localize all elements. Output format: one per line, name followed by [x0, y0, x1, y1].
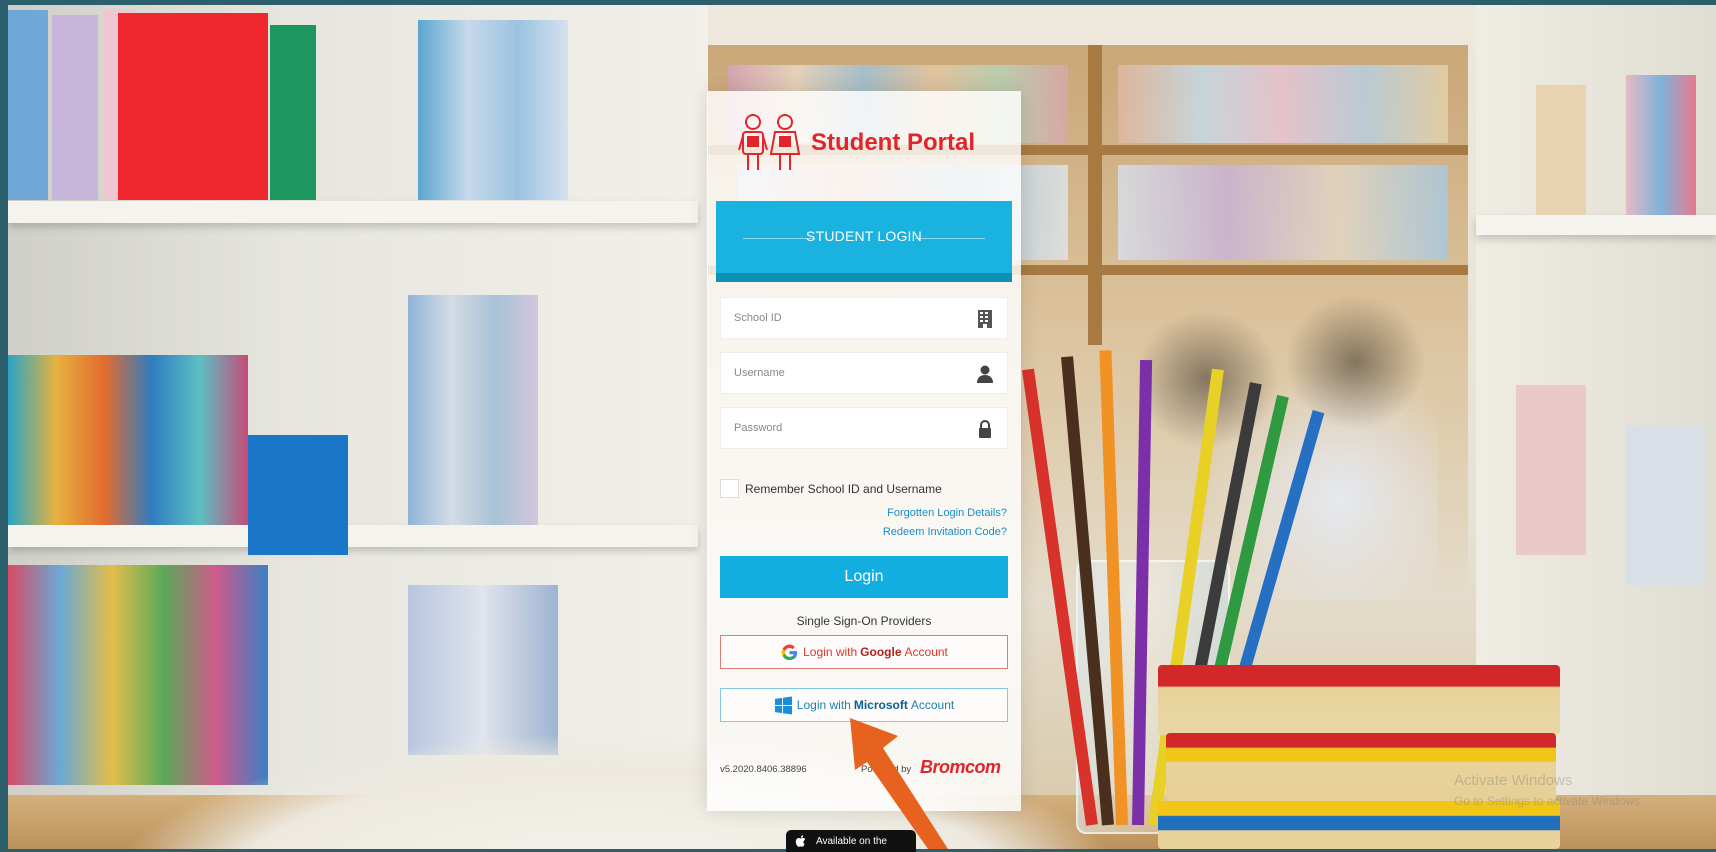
- annotation-arrow-icon: [850, 718, 948, 849]
- login-card: Student Portal STUDENT LOGIN Remember Sc…: [707, 91, 1021, 811]
- shelf-board: [8, 201, 698, 223]
- portal-brand: Student Portal: [737, 114, 976, 171]
- microsoft-login-brand: Microsoft: [853, 698, 908, 712]
- book: [1516, 385, 1586, 555]
- forgotten-login-link[interactable]: Forgotten Login Details?: [887, 507, 1007, 519]
- book: [1536, 85, 1586, 215]
- watermark-subtitle: Go to Settings to activate Windows.: [1454, 794, 1644, 808]
- shelf-board: [1476, 215, 1716, 235]
- google-icon: [781, 644, 798, 660]
- google-login-button[interactable]: Login with Google Account: [720, 635, 1008, 669]
- book: [52, 15, 98, 200]
- sso-label: Single Sign-On Providers: [796, 614, 932, 628]
- login-banner: STUDENT LOGIN: [716, 201, 1012, 282]
- user-icon: [977, 365, 993, 383]
- shelf-board: [8, 525, 698, 547]
- shelf-post: [1088, 45, 1102, 345]
- book: [248, 435, 348, 555]
- username-input[interactable]: [721, 353, 974, 393]
- lock-icon: [979, 420, 991, 438]
- banner-divider: [915, 238, 985, 239]
- book: [1118, 65, 1448, 143]
- windows-icon: [774, 695, 792, 715]
- remember-option[interactable]: Remember School ID and Username: [720, 479, 942, 498]
- google-login-prefix: Login with: [803, 645, 858, 659]
- book: [1626, 75, 1696, 215]
- version-label: v5.2020.8406.38896: [720, 764, 807, 775]
- book: [8, 10, 48, 200]
- microsoft-login-prefix: Login with: [796, 698, 851, 712]
- redeem-invitation-link[interactable]: Redeem Invitation Code?: [883, 526, 1007, 538]
- book: [8, 355, 248, 525]
- microsoft-login-button[interactable]: Login with Microsoft Account: [720, 688, 1008, 722]
- portal-title: Student Portal: [811, 129, 976, 156]
- building-icon: [978, 310, 992, 328]
- remember-label: Remember School ID and Username: [745, 481, 942, 496]
- student-logo-icon: [738, 114, 801, 170]
- google-login-suffix: Account: [904, 645, 948, 659]
- watermark-title: Activate Windows: [1454, 772, 1573, 789]
- apple-icon: [795, 835, 806, 847]
- remember-checkbox[interactable]: [720, 479, 739, 498]
- google-login-brand: Google: [860, 645, 902, 659]
- school-id-input[interactable]: [721, 298, 974, 338]
- book: [408, 585, 558, 755]
- school-id-field: [720, 297, 1008, 339]
- book: [1118, 165, 1448, 260]
- book: [408, 295, 538, 525]
- password-input[interactable]: [721, 408, 974, 448]
- login-button[interactable]: Login: [720, 556, 1008, 598]
- banner-label: STUDENT LOGIN: [806, 228, 922, 244]
- windows-activation-watermark: Activate Windows Go to Settings to activ…: [1454, 771, 1643, 811]
- microsoft-login-suffix: Account: [910, 698, 955, 712]
- left-bookshelf: [8, 5, 708, 849]
- book: [1626, 425, 1706, 585]
- book: [418, 20, 568, 200]
- book: [118, 13, 268, 200]
- book: [270, 25, 316, 200]
- username-field: [720, 352, 1008, 394]
- password-field: [720, 407, 1008, 449]
- book-stack: [1158, 665, 1560, 735]
